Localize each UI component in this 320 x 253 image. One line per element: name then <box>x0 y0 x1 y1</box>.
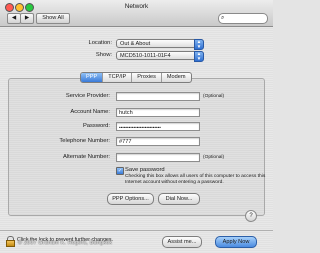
assist-me-button[interactable]: Assist me... <box>162 236 202 248</box>
telephone-number-field[interactable]: #777 <box>116 137 200 146</box>
show-popup[interactable]: MCD510-1011-01F4 ▲ ▼ <box>116 51 204 62</box>
save-password-checkbox[interactable]: ✓ <box>116 167 124 175</box>
save-password-note: Checking this box allows all users of th… <box>125 174 266 185</box>
copyright-watermark: © 2007 Graham K. Rogers, Bangkok <box>18 240 113 246</box>
question-mark-icon: ? <box>249 213 253 219</box>
tab-bar: PPP TCP/IP Proxies Modem <box>80 72 192 83</box>
forward-arrow-icon: ▶ <box>24 15 30 21</box>
back-button[interactable]: ◀ <box>7 13 21 24</box>
tab-modem[interactable]: Modem <box>160 73 191 82</box>
alternate-number-field[interactable] <box>116 153 200 162</box>
alternate-number-label: Alternate Number: <box>62 154 110 160</box>
save-password-label: Save password <box>125 167 165 173</box>
show-value: MCD510-1011-01F4 <box>120 53 171 59</box>
service-provider-optional: (Optional) <box>203 94 225 99</box>
popup-arrows-icon: ▲ ▼ <box>194 39 204 50</box>
search-icon: ⌕ <box>221 15 225 21</box>
service-provider-field[interactable] <box>116 92 200 101</box>
telephone-number-label: Telephone Number: <box>59 138 110 144</box>
show-label: Show: <box>95 52 112 58</box>
back-arrow-icon: ◀ <box>11 15 17 21</box>
apply-now-button[interactable]: Apply Now <box>215 236 257 248</box>
tab-tcp-ip[interactable]: TCP/IP <box>102 73 131 82</box>
lock-icon[interactable] <box>6 236 15 247</box>
service-provider-label: Service Provider: <box>65 93 110 99</box>
title-bar: Network ◀ ▶ Show All ⌕ <box>0 0 273 27</box>
location-label: Location: <box>88 40 112 46</box>
alternate-number-optional: (Optional) <box>203 155 225 160</box>
search-field[interactable]: ⌕ <box>218 13 268 24</box>
tab-proxies[interactable]: Proxies <box>131 73 161 82</box>
password-label: Password: <box>82 123 110 129</box>
ppp-options-button[interactable]: PPP Options... <box>107 193 154 205</box>
location-value: Out & About <box>120 41 151 47</box>
dial-now-button[interactable]: Dial Now... <box>158 193 200 205</box>
account-name-field[interactable]: hutch <box>116 108 200 117</box>
help-button[interactable]: ? <box>245 210 257 222</box>
password-field[interactable]: •••••••••••••••••••••••••• <box>116 122 200 131</box>
window-title: Network <box>124 3 149 10</box>
popup-arrows-icon: ▲ ▼ <box>194 51 204 62</box>
checkmark-icon: ✓ <box>117 168 123 174</box>
location-popup[interactable]: Out & About ▲ ▼ <box>116 39 204 50</box>
account-name-label: Account Name: <box>70 109 110 115</box>
show-all-button[interactable]: Show All <box>36 13 70 24</box>
forward-button[interactable]: ▶ <box>20 13 34 24</box>
tab-ppp[interactable]: PPP <box>81 73 103 82</box>
